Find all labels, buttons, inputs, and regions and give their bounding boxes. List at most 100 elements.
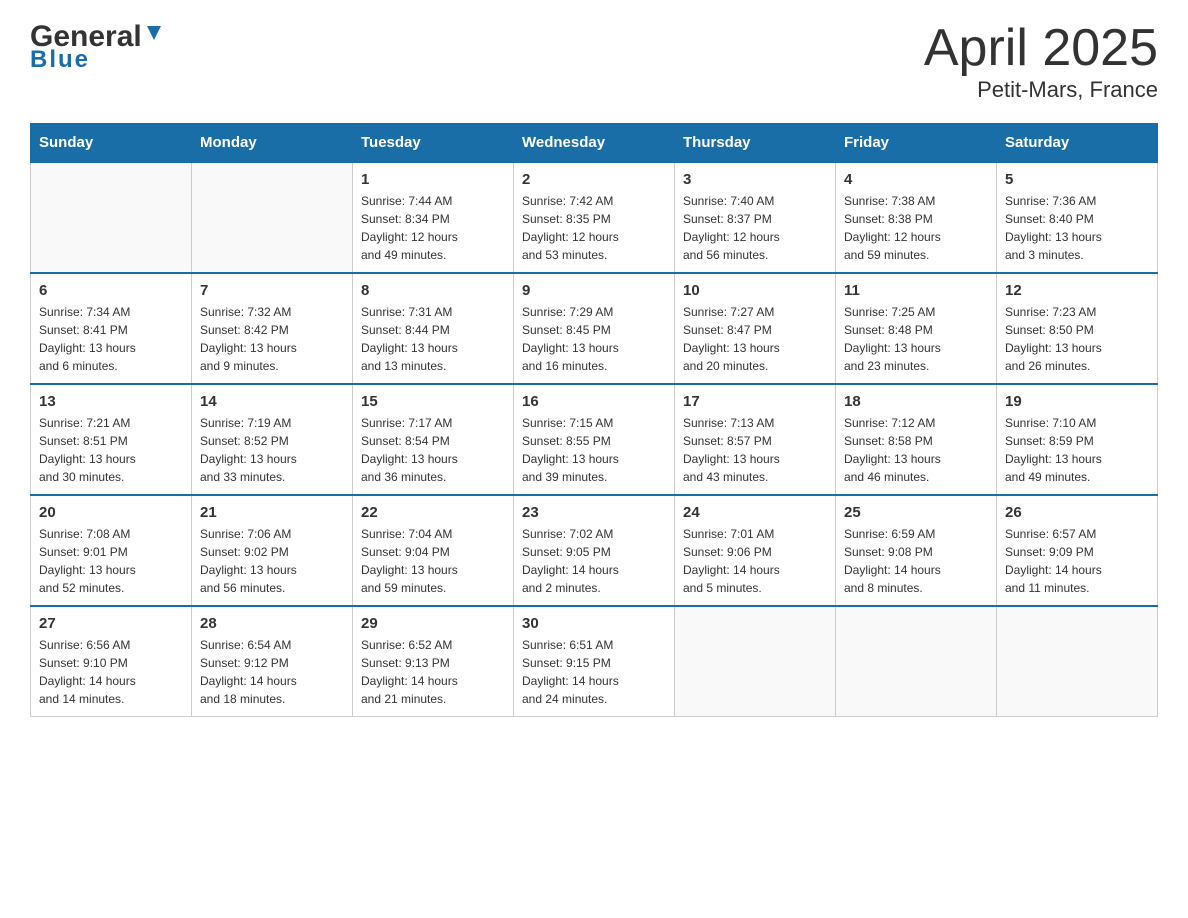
location-title: Petit-Mars, France [924,77,1158,103]
day-number: 4 [844,171,988,188]
day-info: Sunrise: 7:27 AM Sunset: 8:47 PM Dayligh… [683,303,827,375]
day-info: Sunrise: 7:17 AM Sunset: 8:54 PM Dayligh… [361,414,505,486]
weekday-header-sunday: Sunday [31,124,192,163]
weekday-header-monday: Monday [192,124,353,163]
calendar-cell: 4 Sunrise: 7:38 AM Sunset: 8:38 PM Daylig… [836,162,997,273]
calendar-cell: 16 Sunrise: 7:15 AM Sunset: 8:55 PM Dayli… [514,384,675,495]
calendar-cell [675,606,836,717]
day-number: 21 [200,504,344,521]
title-area: April 2025 Petit-Mars, France [924,20,1158,103]
calendar-week-row: 13 Sunrise: 7:21 AM Sunset: 8:51 PM Dayli… [31,384,1158,495]
calendar-cell: 20 Sunrise: 7:08 AM Sunset: 9:01 PM Dayli… [31,495,192,606]
day-info: Sunrise: 7:34 AM Sunset: 8:41 PM Dayligh… [39,303,183,375]
day-number: 3 [683,171,827,188]
day-number: 9 [522,282,666,299]
day-number: 30 [522,615,666,632]
day-number: 25 [844,504,988,521]
calendar-cell: 14Sunrise: 7:19 AM Sunset: 8:52 PM Dayli… [192,384,353,495]
day-info: Sunrise: 6:59 AM Sunset: 9:08 PM Dayligh… [844,525,988,597]
day-info: Sunrise: 7:08 AM Sunset: 9:01 PM Dayligh… [39,525,183,597]
calendar-cell: 25 Sunrise: 6:59 AM Sunset: 9:08 PM Dayli… [836,495,997,606]
calendar-week-row: 6 Sunrise: 7:34 AM Sunset: 8:41 PM Daylig… [31,273,1158,384]
calendar-cell: 2 Sunrise: 7:42 AM Sunset: 8:35 PM Daylig… [514,162,675,273]
calendar-cell: 19 Sunrise: 7:10 AM Sunset: 8:59 PM Dayli… [997,384,1158,495]
calendar-cell: 18 Sunrise: 7:12 AM Sunset: 8:58 PM Dayli… [836,384,997,495]
calendar-cell: 12Sunrise: 7:23 AM Sunset: 8:50 PM Dayli… [997,273,1158,384]
calendar-cell: 23 Sunrise: 7:02 AM Sunset: 9:05 PM Dayli… [514,495,675,606]
day-number: 1 [361,171,505,188]
calendar-week-row: 27 Sunrise: 6:56 AM Sunset: 9:10 PM Dayli… [31,606,1158,717]
day-info: Sunrise: 7:13 AM Sunset: 8:57 PM Dayligh… [683,414,827,486]
day-info: Sunrise: 7:23 AM Sunset: 8:50 PM Dayligh… [1005,303,1149,375]
day-info: Sunrise: 7:40 AM Sunset: 8:37 PM Dayligh… [683,192,827,264]
day-info: Sunrise: 7:02 AM Sunset: 9:05 PM Dayligh… [522,525,666,597]
calendar-cell: 26 Sunrise: 6:57 AM Sunset: 9:09 PM Dayli… [997,495,1158,606]
day-number: 16 [522,393,666,410]
day-info: Sunrise: 7:06 AM Sunset: 9:02 PM Dayligh… [200,525,344,597]
day-info: Sunrise: 7:04 AM Sunset: 9:04 PM Dayligh… [361,525,505,597]
day-number: 23 [522,504,666,521]
calendar-cell: 1 Sunrise: 7:44 AM Sunset: 8:34 PM Daylig… [353,162,514,273]
day-info: Sunrise: 6:56 AM Sunset: 9:10 PM Dayligh… [39,636,183,708]
calendar-cell: 15 Sunrise: 7:17 AM Sunset: 8:54 PM Dayli… [353,384,514,495]
calendar-cell: 7 Sunrise: 7:32 AM Sunset: 8:42 PM Daylig… [192,273,353,384]
day-info: Sunrise: 7:32 AM Sunset: 8:42 PM Dayligh… [200,303,344,375]
day-number: 24 [683,504,827,521]
calendar-cell: 13 Sunrise: 7:21 AM Sunset: 8:51 PM Dayli… [31,384,192,495]
day-info: Sunrise: 7:12 AM Sunset: 8:58 PM Dayligh… [844,414,988,486]
weekday-header-friday: Friday [836,124,997,163]
calendar-cell: 27 Sunrise: 6:56 AM Sunset: 9:10 PM Dayli… [31,606,192,717]
day-number: 18 [844,393,988,410]
day-info: Sunrise: 7:42 AM Sunset: 8:35 PM Dayligh… [522,192,666,264]
weekday-header-wednesday: Wednesday [514,124,675,163]
day-info: Sunrise: 7:01 AM Sunset: 9:06 PM Dayligh… [683,525,827,597]
day-number: 6 [39,282,183,299]
calendar-cell: 17 Sunrise: 7:13 AM Sunset: 8:57 PM Dayli… [675,384,836,495]
day-info: Sunrise: 7:29 AM Sunset: 8:45 PM Dayligh… [522,303,666,375]
day-number: 20 [39,504,183,521]
day-number: 28 [200,615,344,632]
day-info: Sunrise: 7:15 AM Sunset: 8:55 PM Dayligh… [522,414,666,486]
day-info: Sunrise: 6:52 AM Sunset: 9:13 PM Dayligh… [361,636,505,708]
day-info: Sunrise: 6:57 AM Sunset: 9:09 PM Dayligh… [1005,525,1149,597]
calendar-cell: 30Sunrise: 6:51 AM Sunset: 9:15 PM Dayli… [514,606,675,717]
day-number: 26 [1005,504,1149,521]
day-number: 17 [683,393,827,410]
day-info: Sunrise: 7:25 AM Sunset: 8:48 PM Dayligh… [844,303,988,375]
calendar-cell: 10 Sunrise: 7:27 AM Sunset: 8:47 PM Dayli… [675,273,836,384]
calendar-cell: 29 Sunrise: 6:52 AM Sunset: 9:13 PM Dayli… [353,606,514,717]
day-number: 29 [361,615,505,632]
day-info: Sunrise: 7:10 AM Sunset: 8:59 PM Dayligh… [1005,414,1149,486]
day-info: Sunrise: 7:44 AM Sunset: 8:34 PM Dayligh… [361,192,505,264]
day-info: Sunrise: 7:31 AM Sunset: 8:44 PM Dayligh… [361,303,505,375]
calendar-cell: 5Sunrise: 7:36 AM Sunset: 8:40 PM Daylig… [997,162,1158,273]
logo-triangle-icon [145,24,163,47]
calendar-cell: 24 Sunrise: 7:01 AM Sunset: 9:06 PM Dayli… [675,495,836,606]
day-number: 10 [683,282,827,299]
calendar-cell: 8Sunrise: 7:31 AM Sunset: 8:44 PM Daylig… [353,273,514,384]
weekday-header-thursday: Thursday [675,124,836,163]
calendar-week-row: 20 Sunrise: 7:08 AM Sunset: 9:01 PM Dayli… [31,495,1158,606]
day-number: 19 [1005,393,1149,410]
logo-word2: Blue [30,46,90,74]
day-number: 13 [39,393,183,410]
day-info: Sunrise: 7:36 AM Sunset: 8:40 PM Dayligh… [1005,192,1149,264]
day-number: 27 [39,615,183,632]
day-number: 15 [361,393,505,410]
weekday-header-tuesday: Tuesday [353,124,514,163]
day-number: 22 [361,504,505,521]
calendar-cell: 28 Sunrise: 6:54 AM Sunset: 9:12 PM Dayli… [192,606,353,717]
day-number: 7 [200,282,344,299]
calendar-cell: 9 Sunrise: 7:29 AM Sunset: 8:45 PM Daylig… [514,273,675,384]
day-info: Sunrise: 7:21 AM Sunset: 8:51 PM Dayligh… [39,414,183,486]
header: General Blue April 2025 Petit-Mars, Fran… [30,20,1158,103]
day-number: 2 [522,171,666,188]
calendar-cell [192,162,353,273]
weekday-header-saturday: Saturday [997,124,1158,163]
calendar-table: SundayMondayTuesdayWednesdayThursdayFrid… [30,123,1158,717]
day-info: Sunrise: 7:38 AM Sunset: 8:38 PM Dayligh… [844,192,988,264]
calendar-cell: 3 Sunrise: 7:40 AM Sunset: 8:37 PM Daylig… [675,162,836,273]
calendar-week-row: 1 Sunrise: 7:44 AM Sunset: 8:34 PM Daylig… [31,162,1158,273]
month-title: April 2025 [924,20,1158,77]
day-info: Sunrise: 6:54 AM Sunset: 9:12 PM Dayligh… [200,636,344,708]
